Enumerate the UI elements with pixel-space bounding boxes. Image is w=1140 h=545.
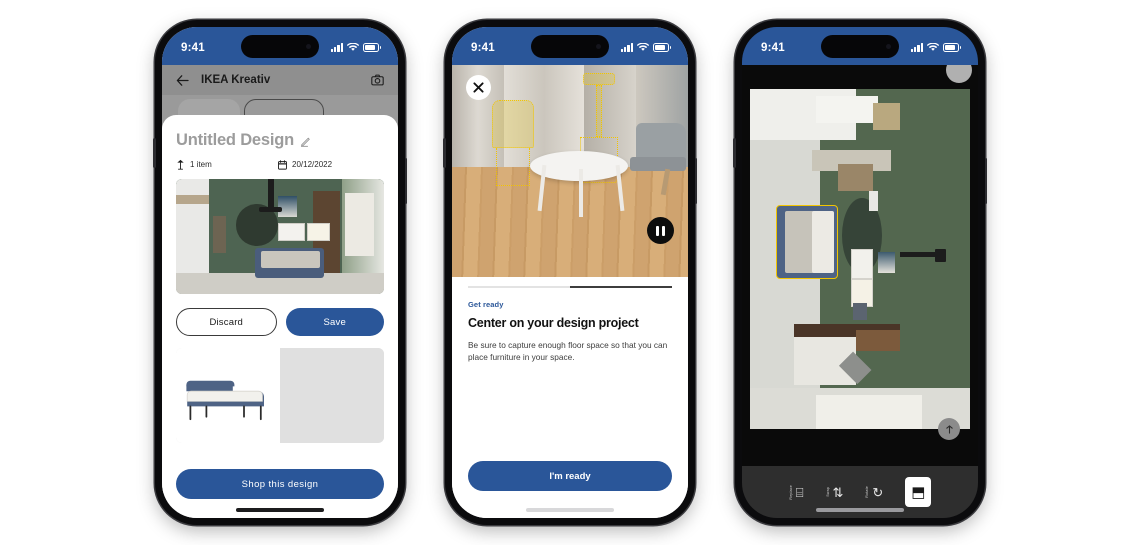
camera-icon[interactable]: [371, 74, 384, 86]
lamp-icon: [177, 159, 184, 170]
home-indicator: [816, 508, 904, 512]
wifi-icon: [346, 43, 359, 51]
wifi-icon: [926, 43, 939, 51]
page-title: IKEA Kreativ: [201, 74, 271, 86]
info-icon: [945, 424, 953, 434]
discard-button[interactable]: Discard: [176, 308, 277, 336]
design-detail-sheet: Untitled Design 1 item 20/12/2022 Discar…: [162, 115, 398, 518]
shop-this-design-button[interactable]: Shop this design: [176, 469, 384, 499]
phone-3-ar-editor: 9:41 Replace ⌸ Swap ⇅ Rotate ↻ ⬒: [733, 20, 987, 525]
home-indicator: [236, 508, 324, 512]
wifi-icon: [636, 43, 649, 51]
info-button[interactable]: [938, 418, 960, 440]
toolbar-label-replace: Replace: [788, 484, 793, 500]
im-ready-button[interactable]: I'm ready: [468, 461, 672, 491]
battery-icon: [942, 43, 961, 52]
progress-step-1: [468, 286, 570, 288]
status-icons: [330, 40, 381, 52]
table-leg-center: [579, 169, 583, 217]
status-icons: [910, 40, 961, 52]
yellow-outline-chair: [492, 100, 534, 148]
move-icon: ⬒: [911, 483, 926, 501]
room-preview-image[interactable]: [176, 179, 384, 294]
design-meta: 1 item 20/12/2022: [176, 159, 384, 170]
toolbar-item-replace[interactable]: Replace ⌸: [789, 485, 804, 500]
progress-indicator: [468, 286, 672, 288]
meta-item-date: 20/12/2022: [278, 159, 370, 170]
product-card-empty: [280, 348, 384, 443]
cellular-signal-icon: [620, 43, 633, 52]
close-button[interactable]: [466, 75, 491, 100]
yellow-outline-chair-legs: [496, 148, 530, 186]
pause-icon: [656, 225, 659, 236]
eyebrow-label: Get ready: [468, 300, 504, 309]
pause-button[interactable]: [647, 217, 674, 244]
back-arrow-icon[interactable]: [176, 74, 189, 86]
toolbar-item-move[interactable]: ⬒: [905, 477, 932, 507]
dynamic-island: [821, 35, 899, 58]
save-button[interactable]: Save: [285, 308, 384, 336]
ar-camera-preview[interactable]: [452, 65, 688, 277]
progress-step-2: [570, 286, 672, 288]
rotate-icon: ↻: [872, 484, 884, 500]
dynamic-island: [241, 35, 319, 58]
status-time: 9:41: [761, 41, 785, 54]
replace-icon: ⌸: [795, 484, 804, 500]
battery-icon: [652, 43, 671, 52]
armchair-seat: [630, 157, 686, 171]
sheet-action-buttons: Discard Save: [176, 308, 384, 336]
ar-room-view[interactable]: [750, 89, 970, 429]
phone-3-screen: 9:41 Replace ⌸ Swap ⇅ Rotate ↻ ⬒: [742, 27, 978, 518]
onboarding-body: Be sure to capture enough floor space so…: [468, 340, 668, 363]
design-title-row: Untitled Design: [176, 131, 384, 150]
status-time: 9:41: [471, 41, 495, 54]
design-name: Untitled Design: [176, 131, 295, 149]
cellular-signal-icon: [910, 43, 923, 52]
battery-icon: [362, 43, 381, 52]
cellular-signal-icon: [330, 43, 343, 52]
yellow-outline-lamp-stem: [596, 85, 602, 137]
close-x-icon: [473, 82, 484, 93]
app-header: IKEA Kreativ: [162, 65, 398, 95]
product-card-daybed[interactable]: [176, 348, 280, 443]
meta-item-count: 1 item: [176, 159, 268, 170]
status-time: 9:41: [181, 41, 205, 54]
dynamic-island: [531, 35, 609, 58]
yellow-outline-lamp-head: [583, 73, 615, 85]
toolbar-item-rotate[interactable]: Rotate ↻: [865, 486, 883, 499]
phone-1-design-detail: 9:41 IKEA Kreativ Untitled Design 1 item…: [153, 20, 407, 525]
onboarding-sheet: Get ready Center on your design project …: [452, 277, 688, 518]
status-icons: [620, 40, 671, 52]
product-list: [176, 348, 384, 443]
phone-2-ar-onboarding: 9:41 Get ready Center on your design pro…: [443, 20, 697, 525]
date-label: 20/12/2022: [292, 160, 333, 169]
toolbar-item-swap[interactable]: Swap ⇅: [826, 486, 844, 499]
onboarding-heading: Center on your design project: [468, 316, 639, 330]
screenshot-stage: 9:41 IKEA Kreativ Untitled Design 1 item…: [0, 0, 1140, 545]
calendar-icon: [278, 159, 287, 170]
toolbar-label-rotate: Rotate: [865, 486, 870, 498]
pencil-edit-icon[interactable]: [300, 135, 312, 147]
swap-icon: ⇅: [832, 484, 844, 500]
home-indicator: [526, 508, 614, 512]
toolbar-label-swap: Swap: [825, 487, 830, 497]
phone-1-screen: 9:41 IKEA Kreativ Untitled Design 1 item…: [162, 27, 398, 518]
item-count-label: 1 item: [190, 160, 212, 169]
phone-2-screen: 9:41 Get ready Center on your design pro…: [452, 27, 688, 518]
blue-daybed-icon: [186, 380, 264, 420]
